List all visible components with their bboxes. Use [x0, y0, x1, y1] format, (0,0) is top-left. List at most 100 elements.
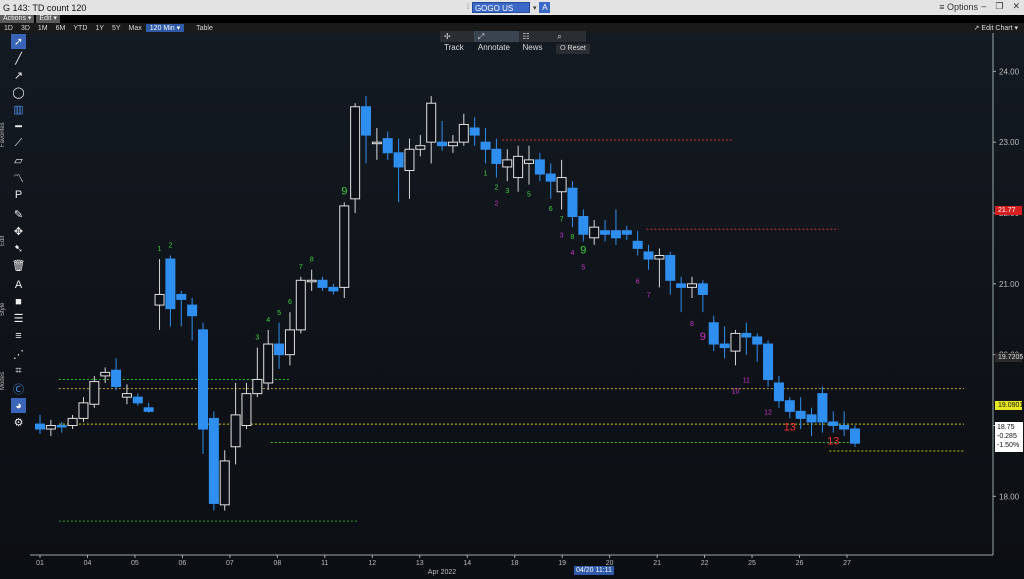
fill-color-icon[interactable]: ■	[11, 294, 26, 309]
line-icon[interactable]: ╱	[11, 51, 26, 66]
line-style-icon[interactable]: ≡	[11, 328, 26, 343]
candle-body	[469, 127, 480, 136]
candle-body	[839, 425, 850, 430]
period-3d[interactable]: 3D	[17, 25, 34, 32]
candle-body	[252, 378, 263, 395]
edit-label: Edit	[0, 235, 6, 247]
news-button[interactable]: ☷ News	[519, 31, 554, 52]
edit-menu[interactable]: Edit ▾	[36, 15, 60, 23]
segment-icon[interactable]: ⟋	[11, 136, 26, 151]
y-tick-label: 18.00	[999, 492, 1020, 501]
chart-toolbar: ✢ Track ⤢ Annotate ☷ News ⌕ Zoom	[440, 31, 586, 52]
candle-body	[643, 251, 654, 260]
ticker-input[interactable]: GOGO US Equity	[471, 2, 530, 24]
trend-arrow-icon[interactable]: ↗	[11, 68, 26, 83]
channel-icon[interactable]: ▱	[11, 153, 26, 168]
table-button[interactable]: Table	[192, 25, 217, 32]
td-count-label: 1	[484, 170, 488, 177]
actions-menu[interactable]: Actions ▾	[0, 15, 35, 23]
vertical-lines-icon[interactable]: ▥	[11, 102, 26, 117]
edit-chart-button[interactable]: ↗ Edit Chart ▾	[974, 24, 1018, 32]
td-count-label: 13	[784, 421, 796, 433]
period-1y[interactable]: 1Y	[91, 25, 108, 32]
price-chart[interactable]: 24.0023.0022.0021.0020.0019.0018.0012345…	[0, 33, 1024, 579]
zoom-button[interactable]: ⌕ Zoom	[553, 31, 586, 52]
candle-body	[578, 216, 589, 235]
candle-body	[697, 283, 708, 295]
period-1m[interactable]: 1M	[34, 25, 52, 32]
ticker-box: ⁞ GOGO US Equity ▾ A	[467, 2, 551, 24]
x-tick-label: 14	[463, 560, 471, 567]
candle-body	[121, 393, 132, 398]
period-1d[interactable]: 1D	[0, 25, 17, 32]
x-tick-label: 04	[84, 560, 92, 567]
candle-body	[274, 343, 285, 356]
style-label: Style	[0, 302, 6, 316]
candle-body	[371, 141, 382, 145]
ticker-a-button[interactable]: A	[539, 2, 551, 13]
candle-body	[404, 148, 415, 171]
settings-gear-icon[interactable]: ⚙	[11, 415, 26, 430]
td-count-label: 4	[571, 250, 575, 257]
ticker-marker-icon: ⁞	[467, 4, 469, 11]
td-count-label: 5	[581, 264, 585, 271]
level-price-tag: 19.7205	[995, 353, 1023, 362]
pointer-icon[interactable]: ➚	[11, 34, 26, 49]
x-tick-label: 05	[131, 560, 139, 567]
candle-body	[361, 106, 371, 136]
close-icon[interactable]: ✕	[1012, 1, 1020, 12]
period-5y[interactable]: 5Y	[108, 25, 125, 32]
candle-body	[708, 322, 719, 345]
candle-body	[502, 159, 513, 168]
title-bar: G 143: TD count 120 ⁞ GOGO US Equity ▾ A…	[0, 0, 1024, 24]
ticker-dropdown-icon[interactable]: ▾	[533, 4, 537, 12]
quote-pct: -1.50%	[997, 442, 1020, 449]
candle-body	[198, 329, 208, 430]
candle-body	[654, 255, 665, 260]
polyline-icon[interactable]: 〽	[11, 170, 26, 185]
candle-body	[480, 141, 491, 150]
td-count-label: 6	[636, 279, 640, 286]
candle-body	[437, 141, 448, 147]
text-style-icon[interactable]: A	[11, 277, 26, 292]
minimize-icon[interactable]: –	[981, 1, 986, 12]
candle-body	[741, 332, 752, 338]
candle-body	[458, 123, 469, 143]
td-count-label: 7	[560, 216, 564, 223]
horizontal-line-icon[interactable]: ━	[11, 119, 26, 134]
candle-body	[187, 304, 198, 317]
candle-body	[621, 230, 632, 235]
crosshair-mode-icon[interactable]: ⋰	[11, 347, 26, 362]
period-6m[interactable]: 6M	[52, 25, 70, 32]
text-p-icon[interactable]: P	[11, 187, 26, 202]
snap-mode-icon[interactable]: ⌗	[11, 364, 26, 379]
candle-body	[230, 414, 241, 448]
options-menu[interactable]: ≡ Options	[939, 2, 978, 12]
candle-body	[730, 332, 741, 352]
color-mode-icon[interactable]: ◕	[11, 398, 26, 413]
reset-button[interactable]: ⭘ Reset	[556, 44, 590, 54]
candle-body	[78, 402, 89, 419]
track-button[interactable]: ✢ Track	[440, 31, 474, 52]
trash-icon[interactable]: 🗑	[11, 258, 26, 273]
interval-select[interactable]: 120 Min ▾	[145, 24, 185, 32]
candle-body	[306, 279, 317, 283]
restore-icon[interactable]: ❐	[995, 1, 1003, 12]
x-tick-label: 01	[36, 560, 44, 567]
move-icon[interactable]: ✥	[11, 224, 26, 239]
chart-area[interactable]: 24.0023.0022.0021.0020.0019.0018.0012345…	[0, 33, 1024, 579]
candle-body	[328, 286, 339, 292]
pencil-icon[interactable]: ✎	[11, 207, 26, 222]
ellipse-icon[interactable]: ◯	[11, 85, 26, 100]
annotate-button[interactable]: ⤢ Annotate	[473, 31, 519, 52]
period-max[interactable]: Max	[125, 25, 146, 32]
select-arrow-icon[interactable]: ➷	[11, 241, 26, 256]
y-tick-label: 23.00	[999, 138, 1020, 147]
candle-body	[752, 336, 763, 345]
magnet-icon[interactable]: Ⓒ	[11, 381, 26, 396]
line-width-icon[interactable]: ☰	[11, 311, 26, 326]
candle-body	[415, 145, 426, 150]
period-ytd[interactable]: YTD	[69, 25, 91, 32]
x-tick-label: 11	[321, 560, 328, 567]
td-count-label: 2	[494, 201, 498, 208]
